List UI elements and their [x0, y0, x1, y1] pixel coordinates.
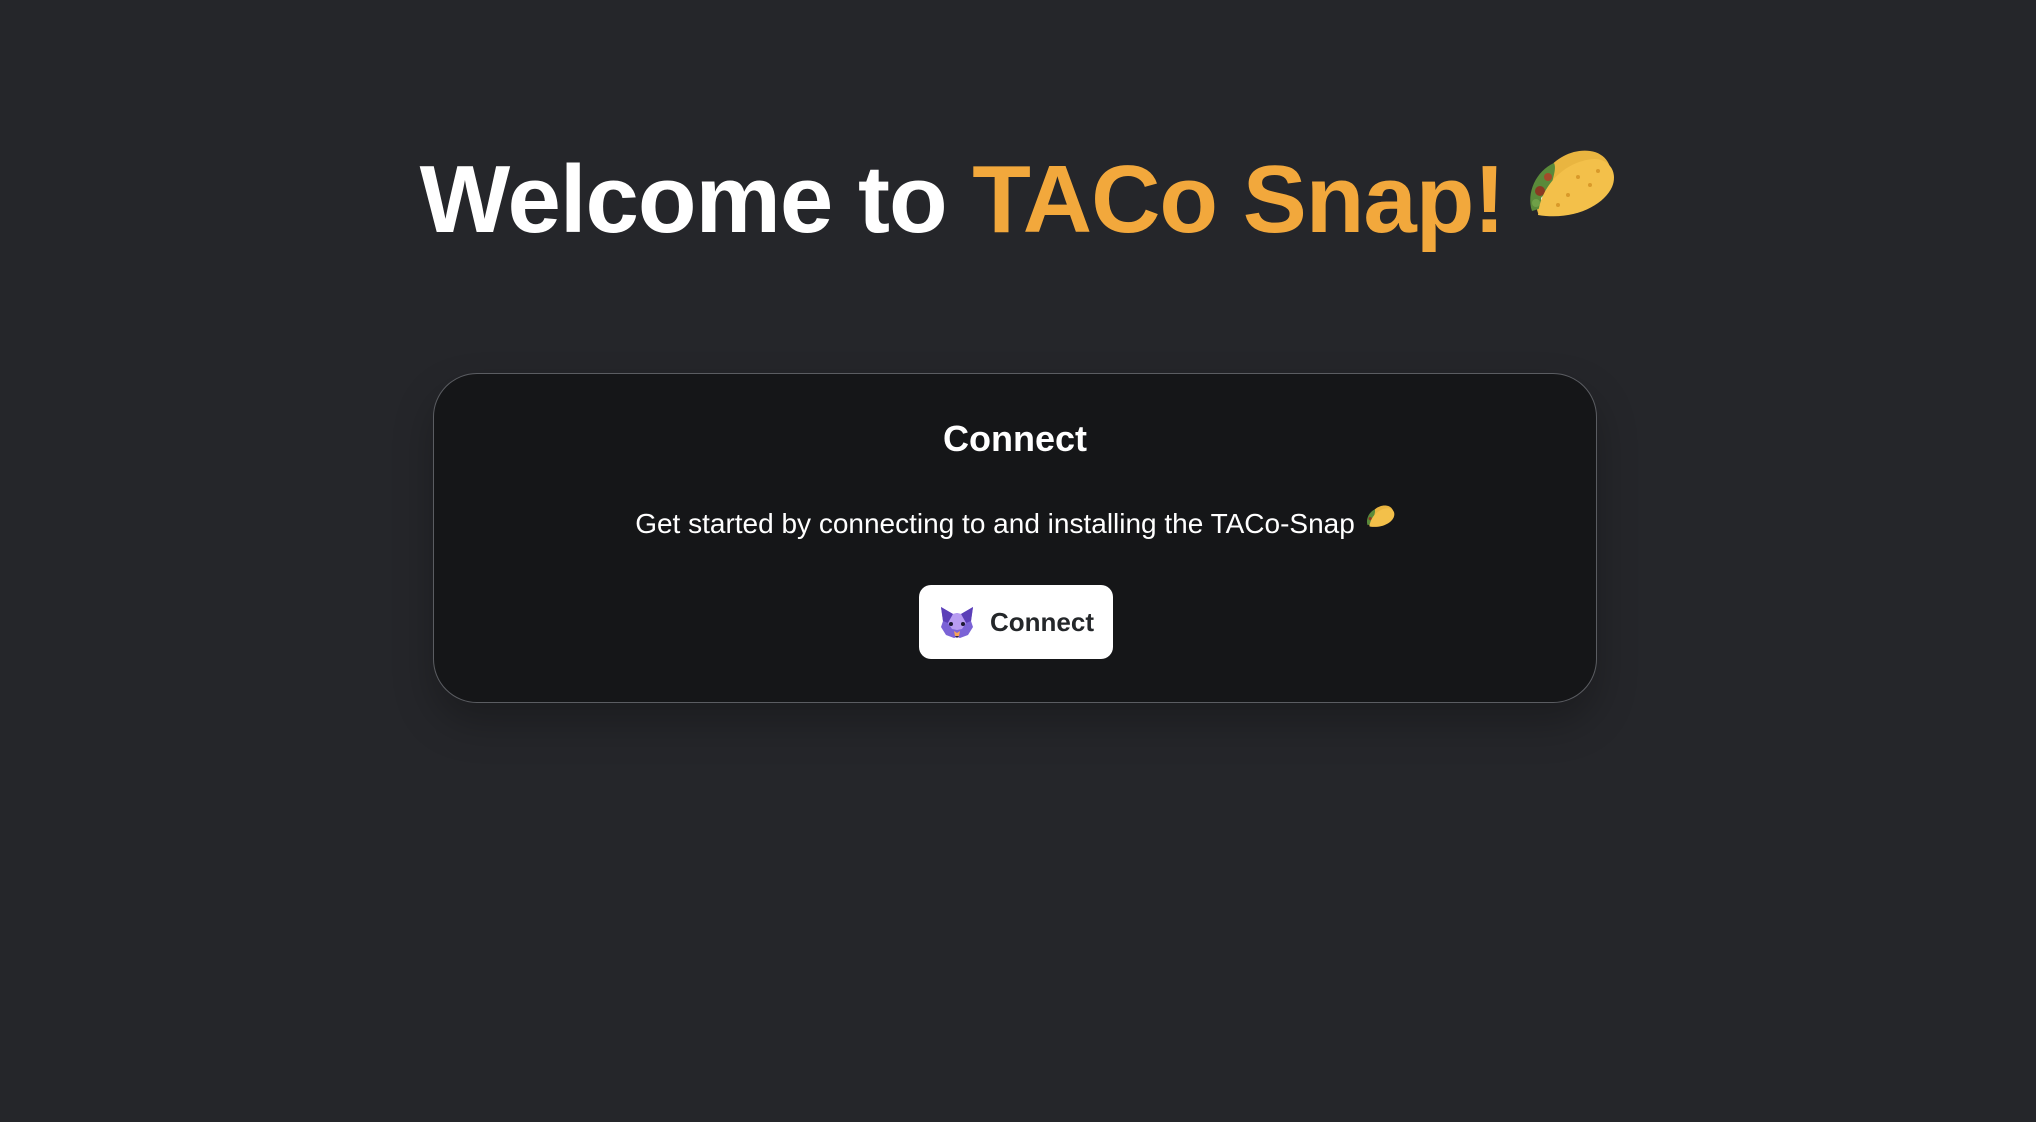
taco-icon — [1363, 502, 1395, 543]
title-prefix: Welcome to — [419, 146, 973, 253]
page-title: Welcome to TACo Snap! — [0, 135, 2036, 272]
connect-card: Connect Get started by connecting to and… — [433, 373, 1597, 703]
connect-button[interactable]: Connect — [919, 585, 1113, 659]
title-accent: TACo Snap! — [972, 146, 1505, 253]
connect-button-label: Connect — [990, 606, 1094, 637]
card-description-text: Get started by connecting to and install… — [635, 508, 1355, 539]
taco-icon — [1518, 134, 1616, 264]
card-description: Get started by connecting to and install… — [434, 504, 1596, 546]
card-title: Connect — [943, 418, 1087, 459]
metamask-fox-icon — [938, 603, 976, 641]
page: Welcome to TACo Snap! Connect Get starte… — [0, 0, 2036, 1122]
